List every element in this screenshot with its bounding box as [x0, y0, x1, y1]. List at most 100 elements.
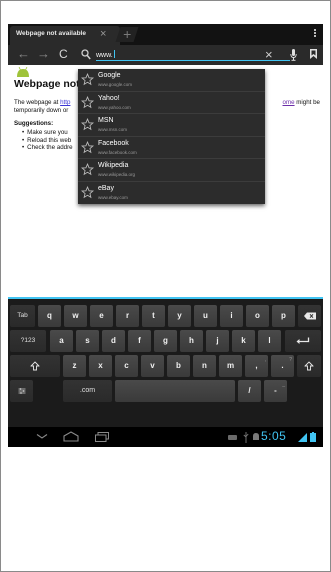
key-comma[interactable]: ,,: [245, 355, 268, 377]
home-link[interactable]: ome: [283, 99, 295, 106]
shift-icon: [304, 361, 314, 371]
suggestion-wikipedia[interactable]: Wikipedia www.wikipedia.org: [78, 159, 265, 182]
key-c[interactable]: c: [115, 355, 138, 377]
key-z[interactable]: z: [63, 355, 86, 377]
settings-key[interactable]: [10, 380, 33, 402]
key-f[interactable]: f: [128, 330, 151, 352]
key-e[interactable]: e: [90, 305, 113, 327]
key-n[interactable]: n: [193, 355, 216, 377]
error-line-two: temporarily down or: [14, 107, 69, 114]
url-input-underline: [96, 60, 290, 61]
signal-icon: [298, 433, 307, 442]
keyboard-notification-icon: [228, 435, 237, 440]
key-h[interactable]: h: [180, 330, 203, 352]
tablet-screen: Webpage not available × + ← → C www. × W…: [8, 24, 323, 447]
suggestion-url: www.yahoo.com: [98, 104, 131, 110]
suggestion-yahoo[interactable]: Yahoo! www.yahoo.com: [78, 92, 265, 114]
star-icon: [81, 95, 94, 108]
error-tail-text: might be: [294, 99, 320, 106]
key-k[interactable]: k: [232, 330, 255, 352]
suggestion-name: MSN: [98, 117, 114, 124]
key-slash[interactable]: /: [238, 380, 261, 402]
key-o[interactable]: o: [246, 305, 269, 327]
key-l[interactable]: l: [258, 330, 281, 352]
suggestion-google[interactable]: Google www.google.com: [78, 69, 265, 92]
backspace-icon: [303, 312, 316, 320]
key-g[interactable]: g: [154, 330, 177, 352]
key-s[interactable]: s: [76, 330, 99, 352]
clear-icon[interactable]: ×: [265, 47, 273, 62]
key-dash-alt: _: [282, 382, 285, 388]
key-comma-alt: ,: [264, 357, 266, 363]
backspace-key[interactable]: [298, 305, 321, 327]
new-tab-button[interactable]: +: [115, 26, 139, 42]
android-icon: [17, 67, 29, 77]
debug-android-icon: [253, 433, 259, 440]
reload-icon[interactable]: C: [59, 47, 68, 61]
suggestion-name: eBay: [98, 184, 114, 192]
star-icon: [81, 118, 94, 131]
key-y[interactable]: y: [168, 305, 191, 327]
key-p[interactable]: p: [272, 305, 295, 327]
key-q[interactable]: q: [38, 305, 61, 327]
back-icon[interactable]: ←: [17, 46, 30, 61]
tab-title: Webpage not available: [16, 30, 86, 37]
key-i[interactable]: i: [220, 305, 243, 327]
url-input[interactable]: www.: [96, 50, 115, 59]
space-key[interactable]: [115, 380, 235, 402]
key-d[interactable]: d: [102, 330, 125, 352]
error-url-link[interactable]: http: [60, 99, 70, 106]
key-v[interactable]: v: [141, 355, 164, 377]
key-period-label: .: [281, 361, 284, 370]
key-a[interactable]: a: [50, 330, 73, 352]
suggestion-url: www.ebay.com: [98, 194, 128, 200]
tab-close-icon[interactable]: ×: [100, 28, 106, 40]
suggestion-url: www.msn.com: [98, 127, 128, 132]
symbols-key[interactable]: ?123: [10, 330, 46, 352]
error-message-tail: ome might be: [283, 99, 321, 106]
home-icon[interactable]: [63, 431, 79, 442]
overflow-menu-icon[interactable]: [313, 28, 317, 38]
enter-icon: [296, 337, 310, 344]
suggestion-msn[interactable]: MSN www.msn.com: [78, 114, 265, 137]
suggestion-ebay[interactable]: eBay www.ebay.com: [78, 182, 265, 205]
recent-apps-icon[interactable]: [95, 432, 109, 442]
key-x[interactable]: x: [89, 355, 112, 377]
shift-key-right[interactable]: [297, 355, 321, 377]
browser-tab[interactable]: Webpage not available ×: [10, 26, 120, 45]
tab-key[interactable]: Tab: [10, 305, 35, 327]
key-period-alt: ?: [289, 357, 292, 363]
list-item: Check the addre: [22, 144, 72, 152]
key-t[interactable]: t: [142, 305, 165, 327]
forward-icon[interactable]: →: [37, 46, 50, 61]
shift-icon: [30, 361, 40, 371]
key-w[interactable]: w: [64, 305, 87, 327]
key-dash[interactable]: - _: [264, 380, 287, 402]
key-r[interactable]: r: [116, 305, 139, 327]
list-item: Make sure you: [22, 129, 73, 137]
suggestion-url: www.facebook.com: [98, 149, 137, 155]
sliders-icon: [18, 388, 25, 394]
hide-keyboard-icon[interactable]: [36, 434, 48, 439]
star-icon: [81, 163, 94, 176]
suggestion-url: www.wikipedia.org: [98, 172, 136, 177]
key-u[interactable]: u: [194, 305, 217, 327]
suggestions-heading: Suggestions:: [14, 120, 54, 127]
usb-icon: [243, 432, 249, 443]
dotcom-key[interactable]: .com: [63, 380, 112, 402]
shift-key-left[interactable]: [10, 355, 60, 377]
suggestion-name: Wikipedia: [98, 162, 129, 169]
key-b[interactable]: b: [167, 355, 190, 377]
microphone-icon[interactable]: [290, 49, 297, 61]
search-icon: [81, 49, 91, 60]
key-m[interactable]: m: [219, 355, 242, 377]
key-dash-label: -: [274, 386, 277, 395]
suggestion-facebook[interactable]: Facebook www.facebook.com: [78, 137, 265, 159]
tab-strip: Webpage not available × +: [8, 24, 323, 45]
bookmarks-icon[interactable]: [310, 49, 317, 59]
suggestion-name: Yahoo!: [98, 94, 120, 102]
star-icon: [81, 185, 94, 198]
star-icon: [81, 73, 94, 86]
suggestion-url: www.google.com: [98, 82, 133, 87]
key-j[interactable]: j: [206, 330, 229, 352]
